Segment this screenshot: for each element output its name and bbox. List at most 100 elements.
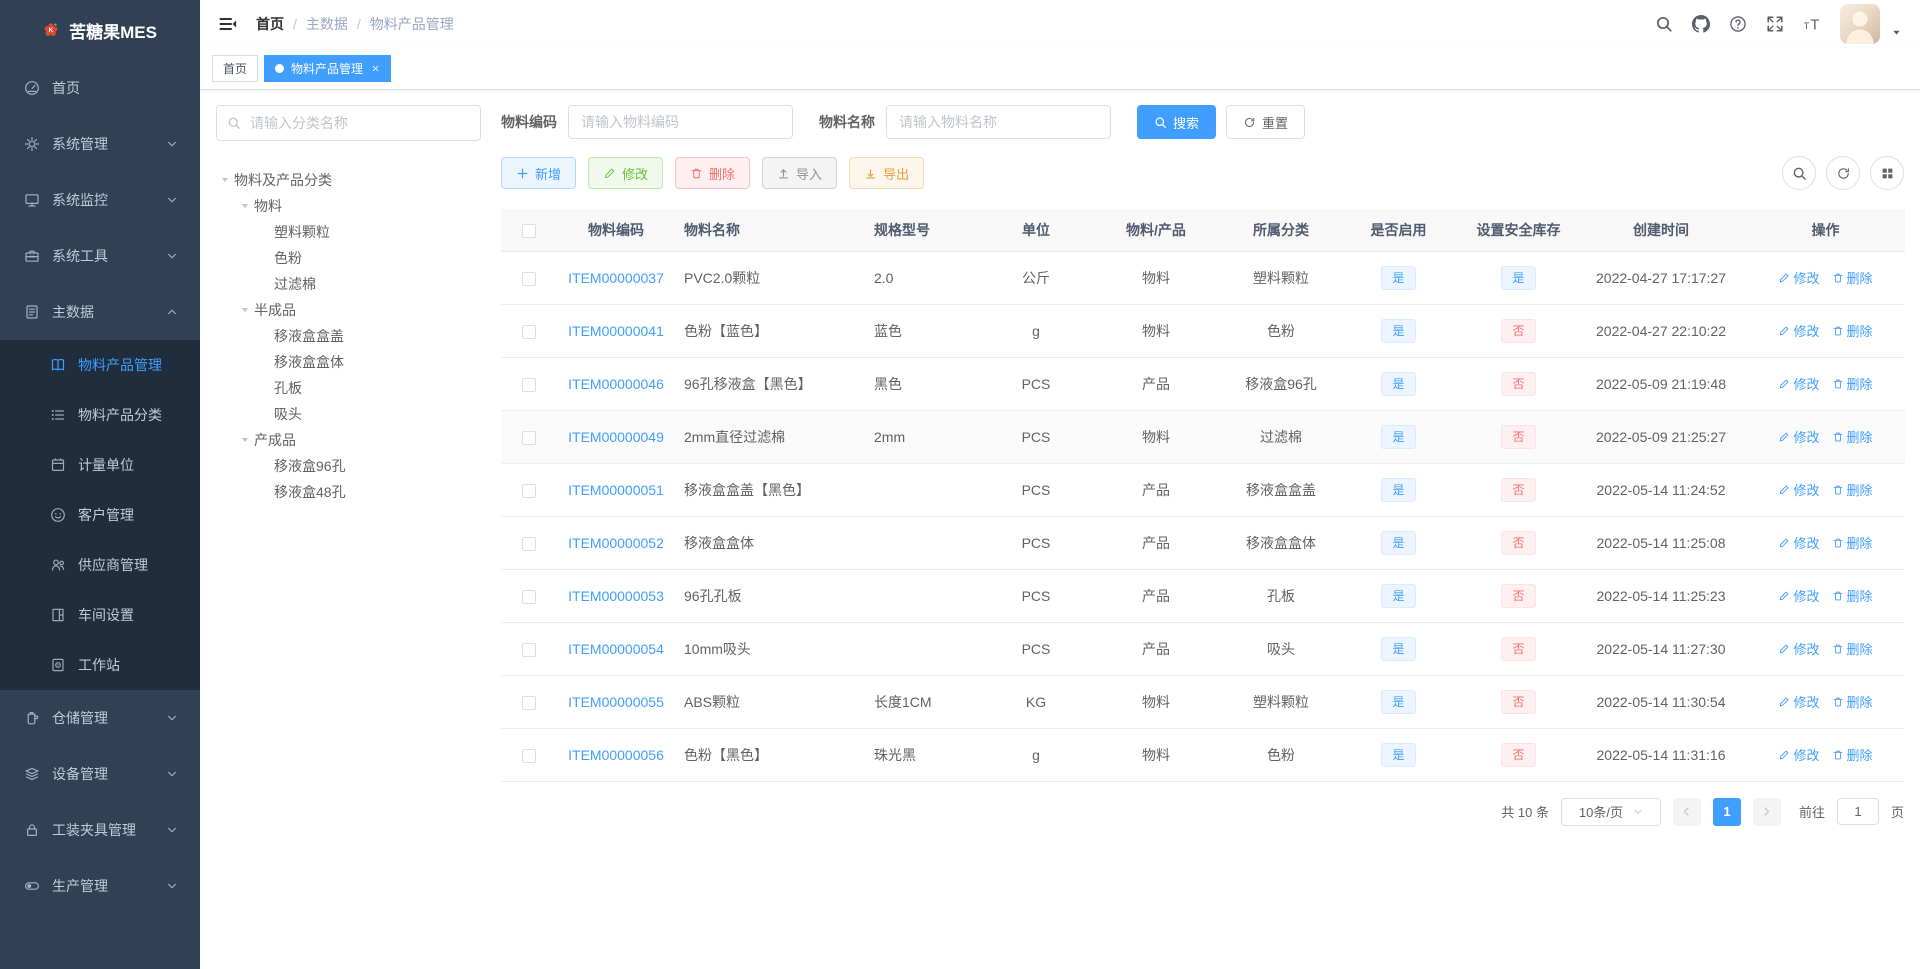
export-button[interactable]: 导出 — [849, 157, 925, 189]
help-icon[interactable] — [1729, 15, 1747, 33]
fullscreen-icon[interactable] — [1766, 15, 1784, 33]
edit-link[interactable]: 修改 — [1778, 745, 1820, 764]
delete-link[interactable]: 删除 — [1832, 639, 1873, 658]
font-size-icon[interactable]: TT — [1803, 15, 1821, 33]
item-code-link[interactable]: ITEM00000049 — [568, 429, 664, 445]
edit-link[interactable]: 修改 — [1778, 639, 1820, 658]
row-checkbox[interactable] — [521, 642, 536, 657]
code-filter-input[interactable] — [568, 105, 793, 139]
delete-button[interactable]: 删除 — [675, 157, 751, 189]
sidebar-item[interactable]: 首页 — [0, 60, 200, 116]
sidebar-subitem[interactable]: 计量单位 — [0, 440, 200, 490]
sidebar-fold-icon[interactable] — [218, 14, 238, 34]
edit-link[interactable]: 修改 — [1778, 374, 1820, 393]
edit-link[interactable]: 修改 — [1778, 692, 1820, 711]
tree-node[interactable]: 过滤棉 — [216, 271, 481, 297]
delete-link[interactable]: 删除 — [1832, 427, 1873, 446]
edit-link[interactable]: 修改 — [1778, 533, 1820, 552]
tree-node[interactable]: 孔板 — [216, 375, 481, 401]
app-logo[interactable]: K 苦糖果MES — [0, 0, 200, 60]
row-checkbox[interactable] — [521, 483, 536, 498]
item-code-link[interactable]: ITEM00000052 — [568, 535, 664, 551]
current-page-button[interactable]: 1 — [1712, 797, 1741, 826]
sidebar-subitem[interactable]: 物料产品分类 — [0, 390, 200, 440]
edit-link[interactable]: 修改 — [1778, 321, 1820, 340]
tree-search-input[interactable] — [248, 114, 470, 132]
sidebar-subitem[interactable]: 车间设置 — [0, 590, 200, 640]
row-checkbox[interactable] — [521, 695, 536, 710]
delete-link[interactable]: 删除 — [1832, 692, 1873, 711]
sidebar-item[interactable]: 设备管理 — [0, 746, 200, 802]
breadcrumb-item[interactable]: 首页 — [256, 14, 284, 34]
tab-item[interactable]: 首页 — [212, 55, 259, 82]
sidebar-subitem[interactable]: 物料产品管理 — [0, 340, 200, 390]
tree-expand-icon[interactable] — [236, 201, 254, 211]
sidebar-item[interactable]: 系统工具 — [0, 228, 200, 284]
row-checkbox[interactable] — [521, 536, 536, 551]
avatar[interactable] — [1840, 4, 1880, 44]
sidebar-item[interactable]: 主数据 — [0, 284, 200, 340]
row-checkbox[interactable] — [521, 271, 536, 286]
edit-button[interactable]: 修改 — [588, 157, 664, 189]
name-filter-input[interactable] — [886, 105, 1111, 139]
github-icon[interactable] — [1692, 15, 1710, 33]
tree-expand-icon[interactable] — [236, 305, 254, 315]
select-all-checkbox[interactable] — [521, 223, 536, 238]
row-checkbox[interactable] — [521, 324, 536, 339]
breadcrumb-item[interactable]: 主数据 — [306, 14, 348, 34]
search-button[interactable]: 搜索 — [1137, 105, 1217, 139]
add-button[interactable]: 新增 — [501, 157, 577, 189]
table-columns-button[interactable] — [1870, 156, 1904, 190]
page-size-select[interactable]: 10条/页 — [1560, 797, 1661, 826]
tree-node[interactable]: 移液盒48孔 — [216, 479, 481, 505]
row-checkbox[interactable] — [521, 748, 536, 763]
reset-button[interactable]: 重置 — [1226, 105, 1306, 139]
item-code-link[interactable]: ITEM00000046 — [568, 376, 664, 392]
sidebar-item[interactable]: 生产管理 — [0, 858, 200, 914]
sidebar-subitem[interactable]: 供应商管理 — [0, 540, 200, 590]
tree-node[interactable]: 移液盒盒盖 — [216, 323, 481, 349]
next-page-button[interactable] — [1752, 797, 1781, 826]
tree-node[interactable]: 移液盒盒体 — [216, 349, 481, 375]
item-code-link[interactable]: ITEM00000051 — [568, 482, 664, 498]
delete-link[interactable]: 删除 — [1832, 374, 1873, 393]
tree-node[interactable]: 塑料颗粒 — [216, 219, 481, 245]
sidebar-item[interactable]: 仓储管理 — [0, 690, 200, 746]
tree-node[interactable]: 物料 — [216, 193, 481, 219]
sidebar-item[interactable]: 系统监控 — [0, 172, 200, 228]
sidebar-subitem[interactable]: 客户管理 — [0, 490, 200, 540]
row-checkbox[interactable] — [521, 377, 536, 392]
item-code-link[interactable]: ITEM00000054 — [568, 641, 664, 657]
edit-link[interactable]: 修改 — [1778, 586, 1820, 605]
table-refresh-button[interactable] — [1826, 156, 1860, 190]
tree-expand-icon[interactable] — [216, 175, 234, 185]
tree-node[interactable]: 吸头 — [216, 401, 481, 427]
delete-link[interactable]: 删除 — [1832, 533, 1873, 552]
tree-expand-icon[interactable] — [236, 435, 254, 445]
sidebar-item[interactable]: 系统管理 — [0, 116, 200, 172]
tree-node[interactable]: 半成品 — [216, 297, 481, 323]
item-code-link[interactable]: ITEM00000037 — [568, 270, 664, 286]
edit-link[interactable]: 修改 — [1778, 268, 1820, 287]
goto-page-input[interactable] — [1836, 798, 1879, 825]
delete-link[interactable]: 删除 — [1832, 268, 1873, 287]
tree-node[interactable]: 移液盒96孔 — [216, 453, 481, 479]
import-button[interactable]: 导入 — [762, 157, 838, 189]
prev-page-button[interactable] — [1672, 797, 1701, 826]
search-icon[interactable] — [1655, 15, 1673, 33]
item-code-link[interactable]: ITEM00000041 — [568, 323, 664, 339]
delete-link[interactable]: 删除 — [1832, 586, 1873, 605]
delete-link[interactable]: 删除 — [1832, 321, 1873, 340]
delete-link[interactable]: 删除 — [1832, 480, 1873, 499]
caret-down-icon[interactable] — [1891, 27, 1902, 38]
sidebar-item[interactable]: 工装夹具管理 — [0, 802, 200, 858]
item-code-link[interactable]: ITEM00000056 — [568, 747, 664, 763]
row-checkbox[interactable] — [521, 589, 536, 604]
tree-node[interactable]: 物料及产品分类 — [216, 167, 481, 193]
tab-active[interactable]: 物料产品管理 — [264, 55, 392, 82]
item-code-link[interactable]: ITEM00000055 — [568, 694, 664, 710]
tree-node[interactable]: 产成品 — [216, 427, 481, 453]
tab-close-icon[interactable] — [371, 64, 380, 73]
sidebar-subitem[interactable]: 工作站 — [0, 640, 200, 690]
tree-node[interactable]: 色粉 — [216, 245, 481, 271]
